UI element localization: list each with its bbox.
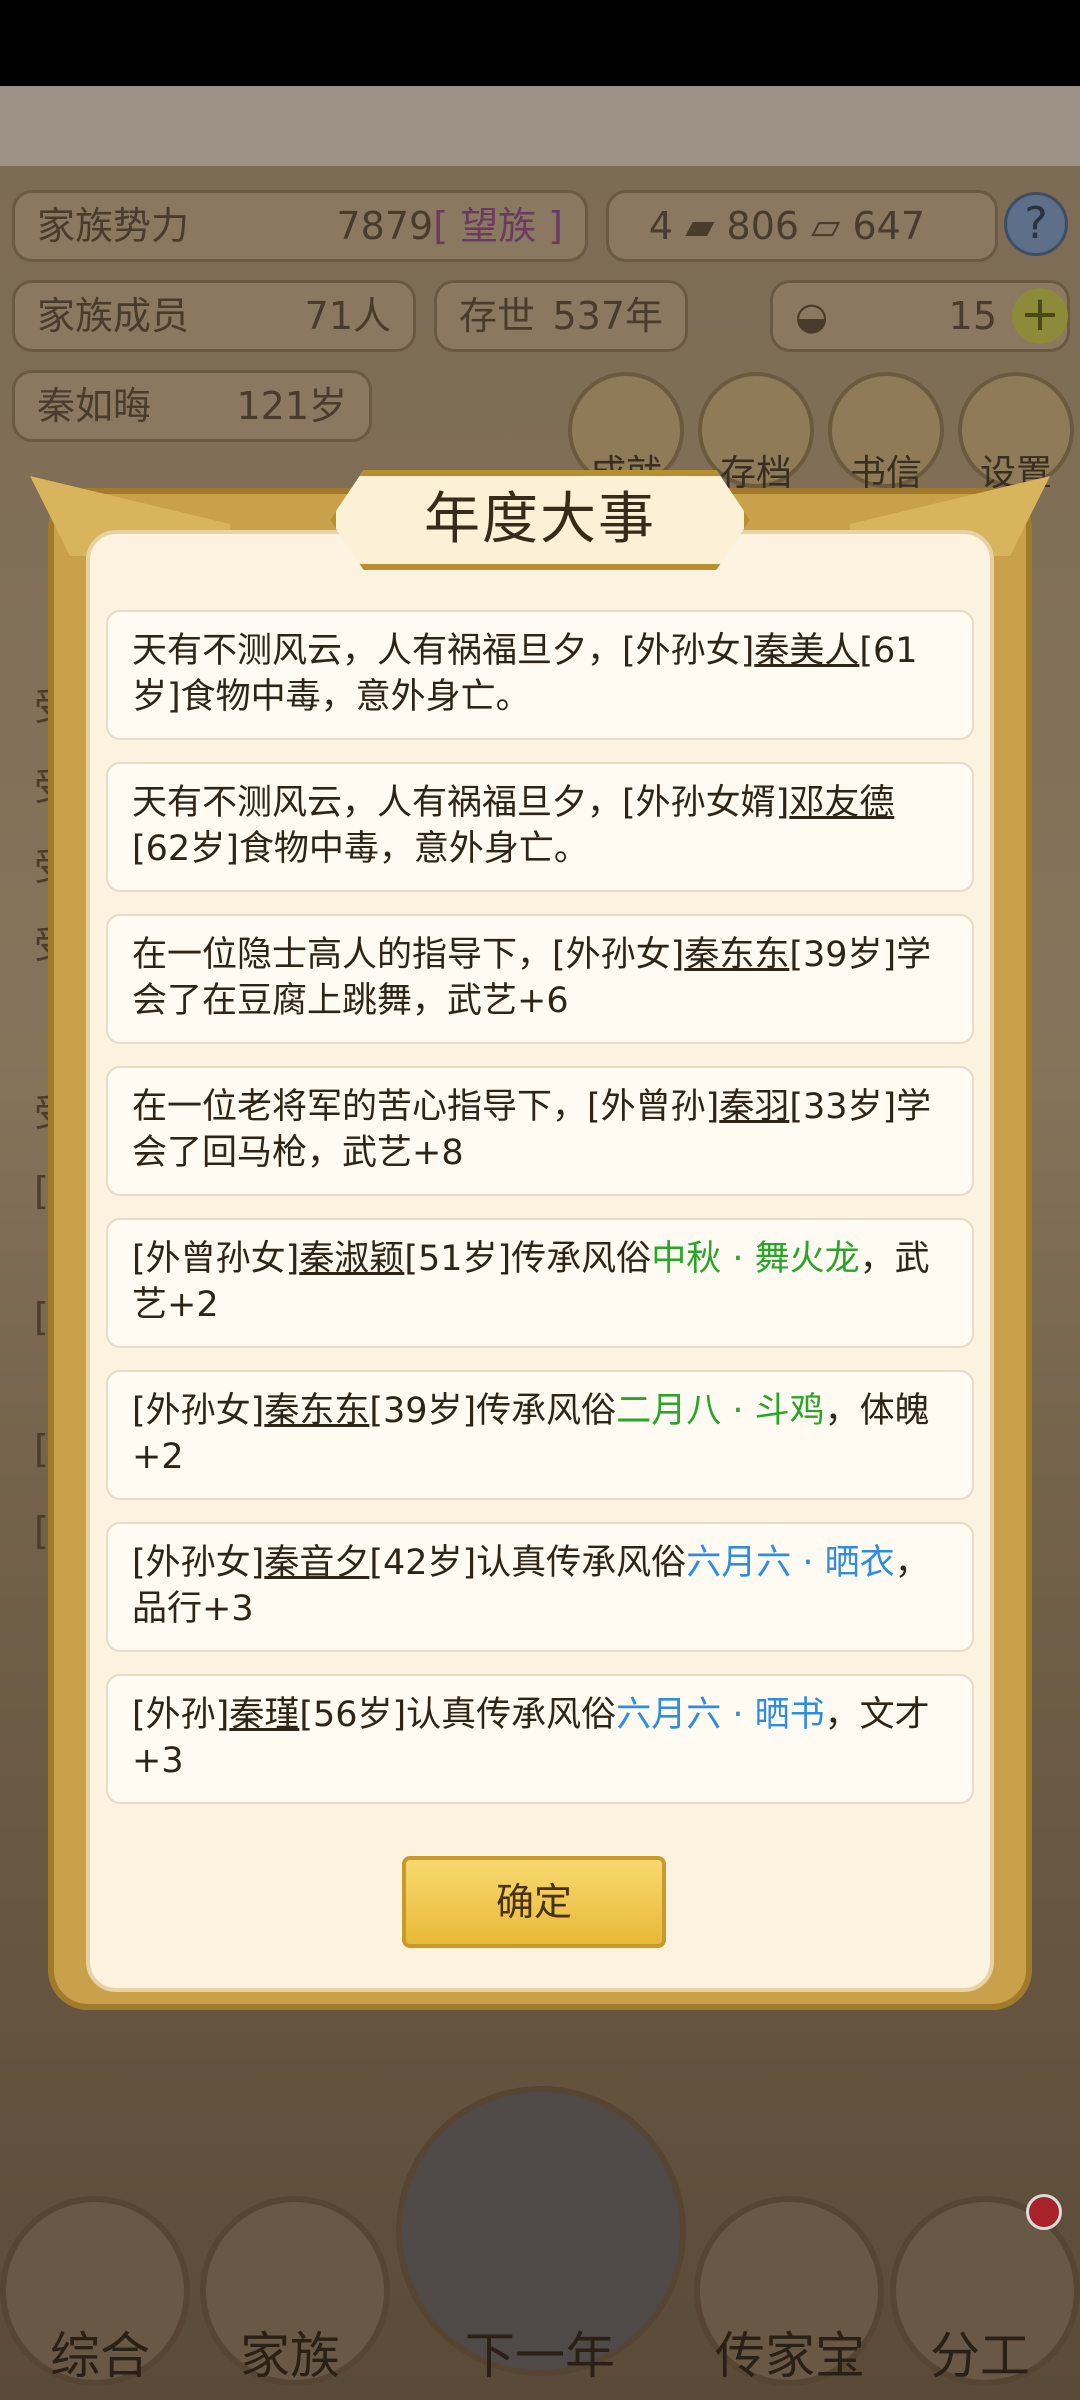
person-link[interactable]: 秦东东 [264, 1391, 369, 1431]
custom-name: 中秋 · 舞火龙 [651, 1239, 860, 1279]
nav-next-year-label: 下一年 [465, 2327, 615, 2385]
person-link[interactable]: 秦美人 [754, 631, 859, 671]
custom-name: 二月八 · 斗鸡 [616, 1391, 825, 1431]
existence-pill: 存世 537年 [434, 280, 688, 352]
event-card: [外孙]秦瑾[56岁]认真传承风俗六月六 · 晒书，文才+3 [106, 1674, 974, 1804]
gold-value: 15 [948, 294, 997, 338]
dialog-title: 年度大事 [424, 487, 656, 552]
nav-general-label: 综合 [50, 2327, 150, 2385]
event-text: [39岁]传承风俗 [369, 1391, 617, 1431]
existence-value: 537年 [552, 294, 663, 338]
event-card: [外孙女]秦东东[39岁]传承风俗二月八 · 斗鸡，体魄+2 [106, 1370, 974, 1500]
event-card: 天有不测风云，人有祸福旦夕，[外孙女]秦美人[61岁]食物中毒，意外身亡。 [106, 610, 974, 740]
family-members-label: 家族成员 [37, 294, 190, 338]
currency-3: 647 [852, 204, 925, 248]
event-text: 在一位老将军的苦心指导下，[外曾孙] [132, 1087, 720, 1127]
event-text: [42岁]认真传承风俗 [369, 1543, 687, 1583]
family-power-pill: 家族势力 7879[ 望族 ] [12, 190, 588, 262]
event-text: [外孙女] [132, 1391, 265, 1431]
currency-pill: 4 ▰ 806 ▱ 647 [606, 190, 998, 262]
top-strip [0, 86, 1080, 166]
patriarch-pill: 秦如晦 121岁 [12, 370, 372, 442]
person-link[interactable]: 秦瑾 [229, 1695, 299, 1735]
person-link[interactable]: 秦淑颖 [299, 1239, 404, 1279]
patriarch-age: 121岁 [236, 384, 347, 428]
person-link[interactable]: 秦音夕 [264, 1543, 369, 1583]
family-members-pill: 家族成员 71人 [12, 280, 416, 352]
status-bar [0, 0, 1080, 86]
silver-bar-icon: ▱ [811, 204, 841, 248]
patriarch-name: 秦如晦 [37, 384, 152, 428]
event-text: [51岁]传承风俗 [404, 1239, 652, 1279]
gold-bar-icon: ▰ [685, 204, 715, 248]
nav-heirloom-label: 传家宝 [715, 2327, 865, 2385]
custom-name: 六月六 · 晒衣 [686, 1543, 895, 1583]
event-card: 在一位老将军的苦心指导下，[外曾孙]秦羽[33岁]学会了回马枪，武艺+8 [106, 1066, 974, 1196]
nav-division-label: 分工 [930, 2327, 1030, 2385]
event-text: [外孙女] [132, 1543, 265, 1583]
event-text: [外曾孙女] [132, 1239, 300, 1279]
help-icon[interactable]: ? [1004, 192, 1068, 256]
event-card: 在一位隐士高人的指导下，[外孙女]秦东东[39岁]学会了在豆腐上跳舞，武艺+6 [106, 914, 974, 1044]
currency-1: 4 [648, 204, 674, 248]
event-text: [56岁]认真传承风俗 [299, 1695, 617, 1735]
event-text: 天有不测风云，人有祸福旦夕，[外孙女] [132, 631, 755, 671]
event-card: 天有不测风云，人有祸福旦夕，[外孙女婿]邓友德 [62岁]食物中毒，意外身亡。 [106, 762, 974, 892]
currency-2: 806 [726, 204, 800, 248]
event-text: [外孙] [132, 1695, 230, 1735]
gold-ingot-icon: ◒ [795, 294, 829, 338]
person-link[interactable]: 邓友德 [789, 783, 894, 823]
event-text: [62岁]食物中毒，意外身亡。 [132, 829, 589, 869]
person-link[interactable]: 秦羽 [719, 1087, 789, 1127]
event-card: [外孙女]秦音夕[42岁]认真传承风俗六月六 · 晒衣，品行+3 [106, 1522, 974, 1652]
event-text: 天有不测风云，人有祸福旦夕，[外孙女婿] [132, 783, 790, 823]
person-link[interactable]: 秦东东 [684, 935, 789, 975]
family-power-rank: [ 望族 ] [433, 204, 563, 248]
notification-dot [1026, 2194, 1062, 2230]
add-gold-button[interactable]: + [1012, 288, 1068, 344]
event-text: 在一位隐士高人的指导下，[外孙女] [132, 935, 685, 975]
custom-name: 六月六 · 晒书 [616, 1695, 825, 1735]
confirm-button[interactable]: 确定 [402, 1856, 666, 1948]
existence-label: 存世 [459, 294, 536, 338]
family-members-value: 71人 [304, 294, 391, 338]
nav-family-label: 家族 [240, 2327, 340, 2385]
family-power-value: 7879 [336, 204, 434, 248]
event-card: [外曾孙女]秦淑颖[51岁]传承风俗中秋 · 舞火龙，武艺+2 [106, 1218, 974, 1348]
family-power-label: 家族势力 [37, 204, 190, 248]
